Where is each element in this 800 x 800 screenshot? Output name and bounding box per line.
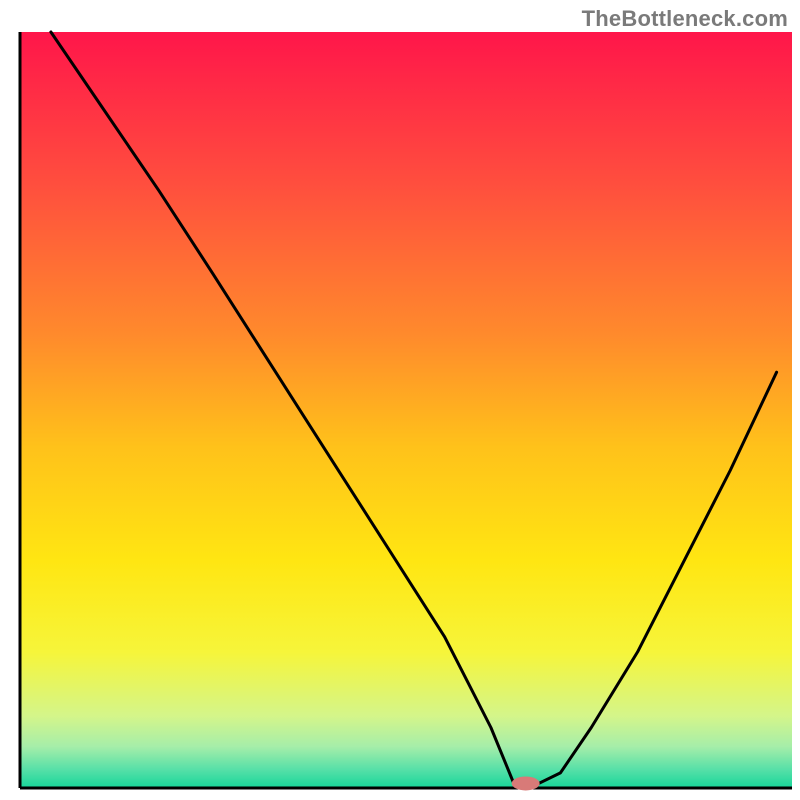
chart-stage: TheBottleneck.com xyxy=(0,0,800,800)
bottleneck-plot xyxy=(0,0,800,800)
sweet-spot-marker xyxy=(512,776,540,790)
watermark-text: TheBottleneck.com xyxy=(582,6,788,32)
plot-background xyxy=(20,32,792,788)
